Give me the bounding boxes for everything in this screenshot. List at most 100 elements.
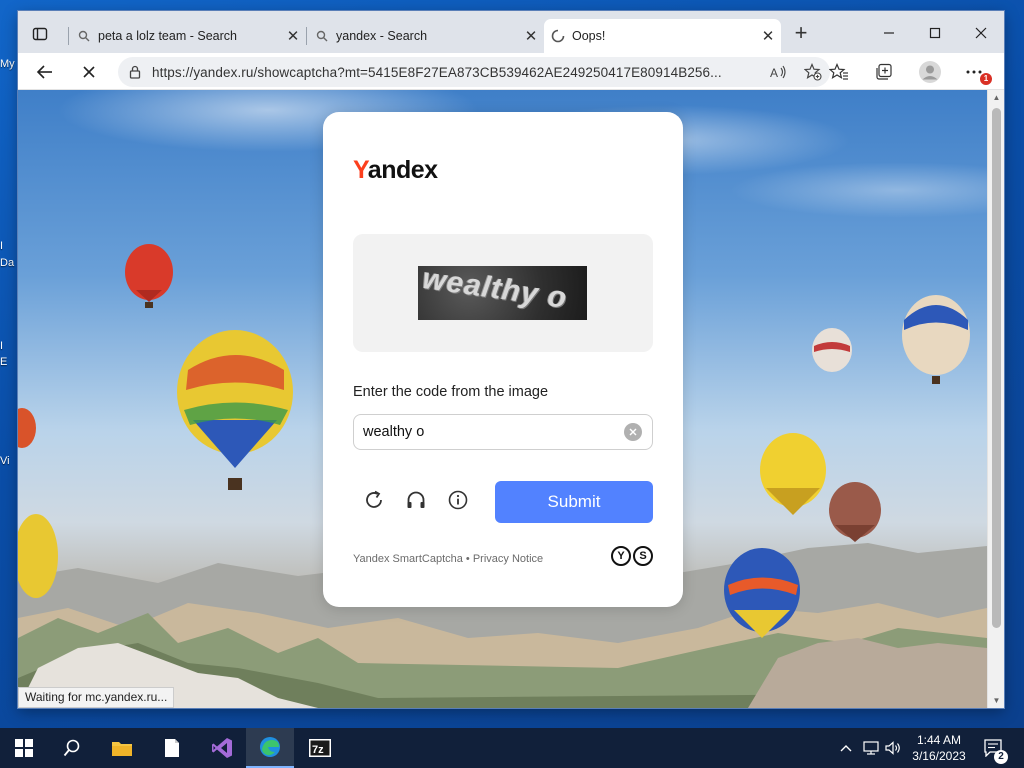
tab-peta-search[interactable]: peta a lolz team - Search ✕	[70, 19, 306, 53]
browser-toolbar: https://yandex.ru/showcaptcha?mt=5415E8F…	[18, 53, 1004, 90]
captcha-image-text: wealthy o	[420, 266, 570, 315]
tab-actions-button[interactable]	[26, 23, 54, 45]
close-window-button[interactable]	[958, 19, 1004, 47]
info-icon	[448, 490, 468, 510]
close-tab-button[interactable]: ✕	[518, 27, 544, 45]
refresh-captcha-button[interactable]	[359, 485, 389, 515]
tab-bar: peta a lolz team - Search ✕ yandex - Sea…	[18, 11, 1004, 53]
captcha-image: wealthy o	[418, 266, 587, 320]
loading-spinner-icon	[544, 29, 572, 43]
tab-separator	[68, 27, 69, 45]
captcha-answer-field[interactable]	[353, 414, 653, 450]
minimize-button[interactable]	[866, 19, 912, 47]
7zip-icon: 7z	[309, 739, 331, 757]
clear-input-button[interactable]	[624, 423, 642, 441]
edge-button[interactable]	[246, 728, 294, 768]
windows-logo-icon	[15, 739, 33, 757]
desktop-icon-label[interactable]: Vi	[0, 455, 10, 467]
favorites-button[interactable]	[824, 57, 854, 87]
notification-center-button[interactable]: 2	[980, 728, 1008, 768]
desktop-icon-label[interactable]: Da	[0, 257, 14, 269]
back-arrow-icon	[36, 65, 52, 79]
close-icon	[629, 428, 637, 436]
desktop-icon-label[interactable]: I	[0, 340, 3, 352]
privacy-notice-link[interactable]: Privacy Notice	[473, 553, 543, 565]
show-hidden-icons-button[interactable]	[836, 728, 856, 768]
system-clock[interactable]: 1:44 AM 3/16/2023	[906, 732, 972, 764]
tab-separator	[306, 27, 307, 45]
maximize-icon	[929, 27, 941, 39]
profile-button[interactable]	[915, 57, 945, 87]
file-explorer-button[interactable]	[98, 728, 146, 768]
scroll-up-arrow[interactable]: ▲	[988, 93, 1004, 102]
captcha-answer-input[interactable]	[354, 424, 624, 440]
new-tab-button[interactable]: +	[788, 22, 814, 45]
7zip-button[interactable]: 7z	[296, 728, 344, 768]
minimize-icon	[884, 32, 894, 34]
favorites-icon	[829, 63, 848, 80]
desktop-icon-label[interactable]: My	[0, 58, 15, 70]
search-icon	[70, 30, 98, 42]
collections-icon	[876, 63, 892, 80]
visual-studio-button[interactable]	[198, 728, 246, 768]
status-bar: Waiting for mc.yandex.ru...	[18, 687, 175, 708]
smartcaptcha-logo-mark: Y	[611, 546, 631, 566]
close-tab-button[interactable]: ✕	[280, 27, 306, 45]
document-icon	[165, 739, 179, 757]
read-aloud-icon[interactable]: A	[762, 65, 796, 79]
clock-time: 1:44 AM	[916, 733, 962, 747]
tab-title: Oops!	[572, 29, 606, 43]
url-text[interactable]: https://yandex.ru/showcaptcha?mt=5415E8F…	[152, 65, 762, 80]
desktop-icon-label[interactable]: E	[0, 356, 7, 368]
start-button[interactable]	[0, 728, 48, 768]
settings-more-button[interactable]: 1	[960, 57, 992, 87]
network-icon	[863, 741, 879, 755]
clock-date: 3/16/2023	[912, 749, 966, 763]
scroll-down-arrow[interactable]: ▼	[988, 696, 1004, 705]
svg-text:7z: 7z	[312, 744, 324, 756]
captcha-card: Yandex wealthy o Enter the code from the…	[323, 112, 683, 607]
tab-yandex-search[interactable]: yandex - Search ✕	[308, 19, 544, 53]
smartcaptcha-logo: Y S	[611, 546, 653, 566]
folder-icon	[112, 742, 132, 756]
notepad-button[interactable]	[148, 728, 196, 768]
collections-button[interactable]	[869, 57, 899, 87]
scrollbar-thumb[interactable]	[992, 108, 1001, 628]
tab-actions-icon	[32, 27, 48, 41]
tab-title: yandex - Search	[336, 29, 428, 43]
refresh-icon	[366, 490, 382, 508]
yandex-logo: Yandex	[353, 156, 438, 184]
close-icon	[975, 27, 987, 39]
chevron-up-icon	[840, 745, 852, 752]
notification-badge: 1	[980, 73, 992, 85]
submit-button[interactable]: Submit	[495, 481, 653, 523]
volume-icon	[885, 741, 900, 755]
smartcaptcha-link[interactable]: Yandex SmartCaptcha	[353, 553, 463, 565]
tab-oops[interactable]: Oops! ✕	[544, 19, 781, 53]
close-tab-button[interactable]: ✕	[755, 27, 781, 45]
footer-separator: •	[462, 553, 473, 565]
close-icon	[83, 66, 95, 78]
visual-studio-icon	[212, 738, 232, 758]
info-button[interactable]	[443, 485, 473, 515]
search-icon	[63, 739, 80, 757]
maximize-button[interactable]	[912, 19, 958, 47]
taskbar: 7z 1:44 AM 3/16/2023 2	[0, 728, 1024, 768]
smartcaptcha-logo-mark: S	[633, 546, 653, 566]
volume-button[interactable]	[882, 728, 904, 768]
svg-text:A: A	[770, 66, 778, 79]
desktop-icon-label[interactable]: I	[0, 240, 3, 252]
search-icon	[308, 30, 336, 42]
edge-icon	[260, 737, 280, 757]
headphones-icon	[407, 491, 425, 508]
back-button[interactable]	[30, 57, 60, 87]
stop-loading-button[interactable]	[74, 57, 104, 87]
search-button[interactable]	[48, 728, 96, 768]
captcha-image-container: wealthy o	[353, 234, 653, 352]
lock-icon[interactable]	[118, 65, 152, 79]
address-bar[interactable]: https://yandex.ru/showcaptcha?mt=5415E8F…	[118, 57, 830, 87]
vertical-scrollbar[interactable]: ▲ ▼	[987, 90, 1004, 708]
network-button[interactable]	[860, 728, 882, 768]
audio-captcha-button[interactable]	[401, 485, 431, 515]
notification-count-badge: 2	[994, 750, 1008, 764]
